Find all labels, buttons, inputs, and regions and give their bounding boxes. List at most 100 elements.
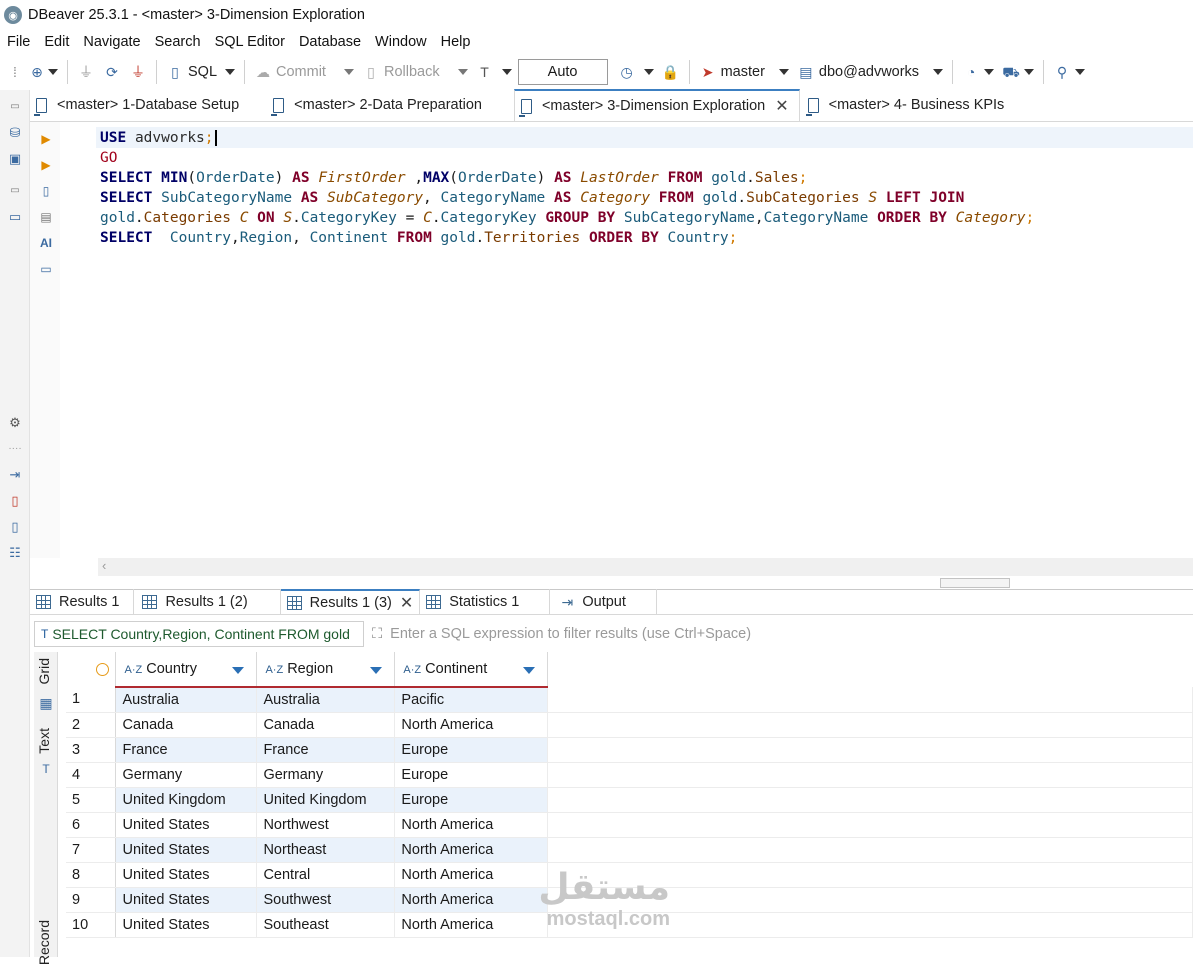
cell-region[interactable]: Northeast (256, 837, 396, 863)
settings-icon[interactable]: ⚙ (6, 414, 24, 432)
cell-country[interactable]: Canada (115, 712, 258, 738)
reconnect-button[interactable]: ⟳ (99, 58, 125, 86)
cell-continent[interactable]: North America (394, 712, 549, 738)
ai-icon[interactable]: AI (38, 235, 54, 251)
filter-dropdown-icon[interactable] (370, 667, 383, 674)
sql-editor-button[interactable]: ▯ SQL (162, 58, 239, 86)
column-header-continent[interactable]: A·Z Continent (394, 652, 549, 688)
datasource-selector[interactable]: ➤ master (695, 58, 793, 86)
cell-country[interactable]: United States (115, 837, 258, 863)
cell-region[interactable]: Canada (256, 712, 396, 738)
grid-view-icon[interactable]: ▦ (37, 694, 55, 712)
row-corner[interactable] (66, 652, 117, 687)
tab-grid[interactable]: Grid (36, 658, 52, 684)
cell-country[interactable]: Australia (115, 687, 258, 713)
menu-navigate[interactable]: Navigate (83, 34, 140, 50)
filter-dropdown-icon[interactable] (232, 667, 245, 674)
tab-business-kpis[interactable]: <master> 4- Business KPIs (802, 89, 1015, 121)
cell-region[interactable]: United Kingdom (256, 787, 396, 813)
dashboard-button[interactable]: ◔ (958, 58, 998, 86)
menu-search[interactable]: Search (155, 34, 201, 50)
filter-input[interactable]: ⛶ Enter a SQL expression to filter result… (364, 621, 1193, 647)
tab-statistics-1[interactable]: Statistics 1 (420, 589, 551, 615)
rollback-button[interactable]: ▯ Rollback (358, 58, 472, 86)
cell-country[interactable]: United States (115, 912, 258, 938)
menu-window[interactable]: Window (375, 34, 427, 50)
cell-region[interactable]: Germany (256, 762, 396, 788)
tab-dimension-exploration[interactable]: <master> 3-Dimension Exploration ✕ (513, 89, 800, 121)
table-row[interactable]: 1 Australia Australia Pacific (66, 687, 1193, 713)
cell-country[interactable]: United Kingdom (115, 787, 258, 813)
cell-region[interactable]: Central (256, 862, 396, 888)
tab-data-preparation[interactable]: <master> 2-Data Preparation (267, 89, 492, 121)
cell-region[interactable]: Australia (256, 687, 396, 713)
cell-country[interactable]: France (115, 737, 258, 763)
cell-region[interactable]: Northwest (256, 812, 396, 838)
editor-horizontal-scrollbar[interactable]: ‹ (98, 558, 1193, 576)
export-icon[interactable]: ⇥ (6, 466, 24, 484)
cell-region[interactable]: Southeast (256, 912, 396, 938)
search-button[interactable]: ⚲ (1049, 58, 1089, 86)
close-icon[interactable]: ✕ (775, 96, 788, 116)
cell-country[interactable]: United States (115, 862, 258, 888)
cell-continent[interactable]: North America (394, 837, 549, 863)
column-header-region[interactable]: A·Z Region (256, 652, 396, 688)
cell-continent[interactable]: Pacific (394, 687, 549, 713)
terminal-icon[interactable]: ▭ (38, 261, 54, 277)
transaction-mode-field[interactable]: Auto (517, 59, 608, 85)
connect-button[interactable]: ⏚ (73, 58, 99, 86)
column-header-country[interactable]: A·Z Country (115, 652, 258, 688)
cell-continent[interactable]: North America (394, 812, 549, 838)
cell-country[interactable]: United States (115, 812, 258, 838)
menu-edit[interactable]: Edit (44, 34, 69, 50)
sql-editor[interactable]: USE advworks; GO SELECT MIN(OrderDate) A… (60, 122, 1193, 558)
cell-region[interactable]: Southwest (256, 887, 396, 913)
new-connection-button[interactable]: ⊕ (24, 58, 62, 86)
menu-file[interactable]: File (7, 34, 30, 50)
window-icon[interactable]: ▭ (6, 208, 24, 226)
table-row[interactable]: 6 United States Northwest North America (66, 812, 1193, 838)
chevron-down-icon[interactable] (225, 69, 236, 75)
cell-country[interactable]: Germany (115, 762, 258, 788)
chevron-down-icon[interactable] (343, 69, 354, 75)
execute-statement-icon[interactable]: ▶ (38, 131, 54, 147)
tab-results-1-2[interactable]: Results 1 (2) (134, 589, 281, 615)
cell-region[interactable]: France (256, 737, 396, 763)
tab-output[interactable]: ⇥ Output (550, 589, 657, 615)
table-row[interactable]: 2 Canada Canada North America (66, 712, 1193, 738)
tab-results-1-3[interactable]: Results 1 (3) ✕ (280, 589, 421, 615)
editor-results-splitter[interactable] (30, 576, 1193, 590)
scroll-left-icon[interactable]: ‹ (102, 558, 106, 573)
cell-country[interactable]: United States (115, 887, 258, 913)
variables-icon[interactable]: ▯ (6, 518, 24, 536)
tab-record[interactable]: Record (36, 920, 52, 965)
chevron-down-icon[interactable] (457, 69, 468, 75)
table-row[interactable]: 7 United States Northeast North America (66, 837, 1193, 863)
table-row[interactable]: 3 France France Europe (66, 737, 1193, 763)
projects-icon[interactable]: ▣ (6, 150, 24, 168)
disconnect-button[interactable]: ⏚ (125, 58, 151, 86)
menu-sql-editor[interactable]: SQL Editor (215, 34, 285, 50)
text-view-icon[interactable]: T (37, 760, 55, 778)
tab-database-setup[interactable]: <master> 1-Database Setup (30, 89, 249, 121)
commit-button[interactable]: ☁ Commit (250, 58, 358, 86)
cell-continent[interactable]: Europe (394, 787, 549, 813)
table-row[interactable]: 4 Germany Germany Europe (66, 762, 1193, 788)
cell-continent[interactable]: Europe (394, 737, 549, 763)
cell-continent[interactable]: Europe (394, 762, 549, 788)
active-query-label[interactable]: T SELECT Country,Region, Continent FROM g… (34, 621, 364, 647)
filter-dropdown-icon[interactable] (523, 667, 536, 674)
outline-icon[interactable]: ☷ (6, 544, 24, 562)
execute-script-icon[interactable]: ▶ (38, 157, 54, 173)
error-log-icon[interactable]: ▯ (6, 492, 24, 510)
restore-icon[interactable]: ▭ (6, 98, 24, 116)
tools-button[interactable]: ⛟ (998, 58, 1038, 86)
history-button[interactable]: ◷ (614, 58, 658, 86)
lock-button[interactable]: 🔒 (658, 58, 684, 86)
schema-selector[interactable]: ▤ dbo@advworks (793, 58, 947, 86)
table-row[interactable]: 5 United Kingdom United Kingdom Europe (66, 787, 1193, 813)
close-icon[interactable]: ✕ (400, 593, 413, 613)
explain-plan-icon[interactable]: ▯ (38, 183, 54, 199)
database-navigator-icon[interactable]: ⛁ (6, 124, 24, 142)
transaction-mode-menu[interactable]: T (472, 58, 516, 86)
